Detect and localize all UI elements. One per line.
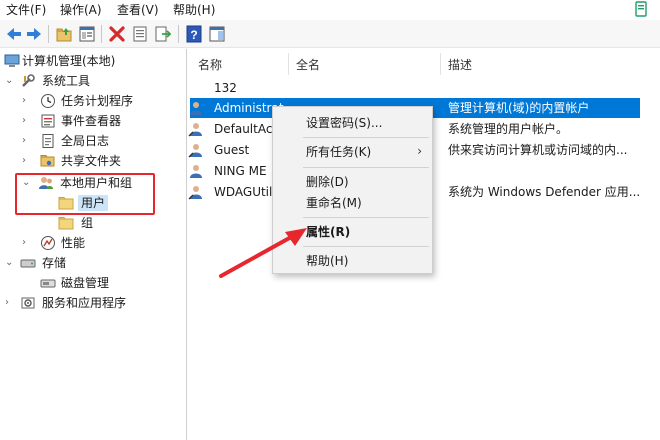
user-description: 管理计算机(域)的内置帐户 bbox=[448, 101, 590, 115]
chevron-right-icon[interactable]: › bbox=[22, 238, 32, 248]
computer-management-icon bbox=[4, 53, 20, 69]
tree-label: 性能 bbox=[61, 236, 86, 250]
console-icon[interactable] bbox=[634, 0, 648, 18]
toolbar-divider bbox=[178, 25, 179, 43]
chevron-down-icon[interactable]: ⌄ bbox=[5, 258, 15, 268]
storage-icon bbox=[20, 255, 36, 271]
menu-view[interactable]: 查看(V) bbox=[117, 2, 159, 18]
annotation-highlight-box bbox=[15, 173, 155, 215]
tree-label: 共享文件夹 bbox=[61, 154, 122, 168]
column-divider[interactable] bbox=[288, 53, 289, 75]
chevron-right-icon[interactable]: › bbox=[22, 136, 32, 146]
user-icon bbox=[188, 163, 204, 179]
chevron-right-icon[interactable]: › bbox=[22, 116, 32, 126]
user-icon bbox=[188, 184, 204, 200]
tree-label: 组 bbox=[81, 216, 94, 230]
chevron-right-icon[interactable]: › bbox=[22, 96, 32, 106]
user-icon bbox=[188, 142, 204, 158]
clock-icon bbox=[40, 93, 56, 109]
delete-icon[interactable] bbox=[107, 24, 127, 44]
show-hide-tree-icon[interactable] bbox=[77, 24, 97, 44]
menu-separator bbox=[303, 246, 429, 247]
tree-label: 存储 bbox=[42, 256, 67, 270]
user-name: NING ME bbox=[214, 164, 267, 178]
back-icon[interactable] bbox=[4, 24, 24, 44]
menu-help[interactable]: 帮助(H) bbox=[173, 2, 215, 18]
menu-separator bbox=[303, 167, 429, 168]
menu-item-delete[interactable]: 删除(D) bbox=[273, 171, 432, 193]
column-header-description[interactable]: 描述 bbox=[448, 57, 472, 73]
tree-label: 磁盘管理 bbox=[61, 276, 110, 290]
column-header-fullname[interactable]: 全名 bbox=[296, 57, 320, 73]
up-folder-icon[interactable] bbox=[54, 24, 74, 44]
menu-item-label: 删除(D) bbox=[306, 175, 349, 189]
menu-item-label: 设置密码(S)... bbox=[306, 116, 383, 130]
menu-item-label: 所有任务(K) bbox=[306, 145, 372, 159]
menu-item-label: 重命名(M) bbox=[306, 196, 362, 210]
chevron-down-icon[interactable]: ⌄ bbox=[5, 76, 15, 86]
user-icon bbox=[188, 121, 204, 137]
user-description: 系统为 Windows Defender 应用... bbox=[448, 185, 641, 199]
toolbar-divider bbox=[48, 25, 49, 43]
tree-label: 计算机管理(本地) bbox=[22, 54, 116, 68]
log-icon bbox=[40, 133, 56, 149]
folder-icon bbox=[58, 215, 74, 231]
annotation-arrow-icon bbox=[219, 228, 307, 278]
user-name: Guest bbox=[214, 143, 250, 157]
tree-label: 全局日志 bbox=[61, 134, 110, 148]
tree-label: 任务计划程序 bbox=[61, 94, 134, 108]
tree-label: 服务和应用程序 bbox=[42, 296, 127, 310]
properties-icon[interactable] bbox=[130, 24, 150, 44]
menu-action[interactable]: 操作(A) bbox=[60, 2, 102, 18]
column-divider[interactable] bbox=[440, 53, 441, 75]
menu-item-all-tasks[interactable]: 所有任务(K) › bbox=[273, 141, 432, 163]
svg-text:?: ? bbox=[190, 28, 197, 42]
toolbar-divider bbox=[101, 25, 102, 43]
help-icon[interactable]: ? bbox=[184, 24, 204, 44]
navigation-tree: 计算机管理(本地) ⌄ 系统工具 › 任务计划程序 › 事件查看器 › 全局日志… bbox=[0, 49, 187, 440]
user-icon bbox=[188, 100, 204, 116]
column-header-name[interactable]: 名称 bbox=[198, 57, 222, 73]
menu-bar: 文件(F) 操作(A) 查看(V) 帮助(H) bbox=[0, 0, 660, 20]
user-description: 系统管理的用户帐户。 bbox=[448, 122, 569, 136]
table-row[interactable]: 132 bbox=[190, 78, 660, 98]
tree-label: 事件查看器 bbox=[61, 114, 122, 128]
menu-separator bbox=[303, 137, 429, 138]
submenu-arrow-icon: › bbox=[417, 144, 422, 158]
user-name: WDAGUtil bbox=[214, 185, 273, 199]
menu-separator bbox=[303, 217, 429, 218]
tree-label: 系统工具 bbox=[42, 74, 91, 88]
chevron-right-icon[interactable]: › bbox=[22, 156, 32, 166]
toolbar: ? bbox=[0, 20, 660, 48]
chevron-right-icon[interactable]: › bbox=[5, 298, 15, 308]
export-icon[interactable] bbox=[153, 24, 173, 44]
action-pane-icon[interactable] bbox=[207, 24, 227, 44]
shared-folder-icon bbox=[40, 153, 56, 169]
forward-icon[interactable] bbox=[24, 24, 44, 44]
menu-file[interactable]: 文件(F) bbox=[6, 2, 46, 18]
menu-item-rename[interactable]: 重命名(M) bbox=[273, 192, 432, 214]
user-description: 供来宾访问计算机或访问域的内... bbox=[448, 143, 628, 157]
services-icon bbox=[20, 295, 36, 311]
event-log-icon bbox=[40, 113, 56, 129]
menu-item-set-password[interactable]: 设置密码(S)... bbox=[273, 112, 432, 134]
user-name: DefaultAcc bbox=[214, 122, 280, 136]
disk-icon bbox=[40, 275, 56, 291]
tools-icon bbox=[20, 73, 36, 89]
user-name: 132 bbox=[214, 81, 237, 95]
performance-icon bbox=[40, 235, 56, 251]
